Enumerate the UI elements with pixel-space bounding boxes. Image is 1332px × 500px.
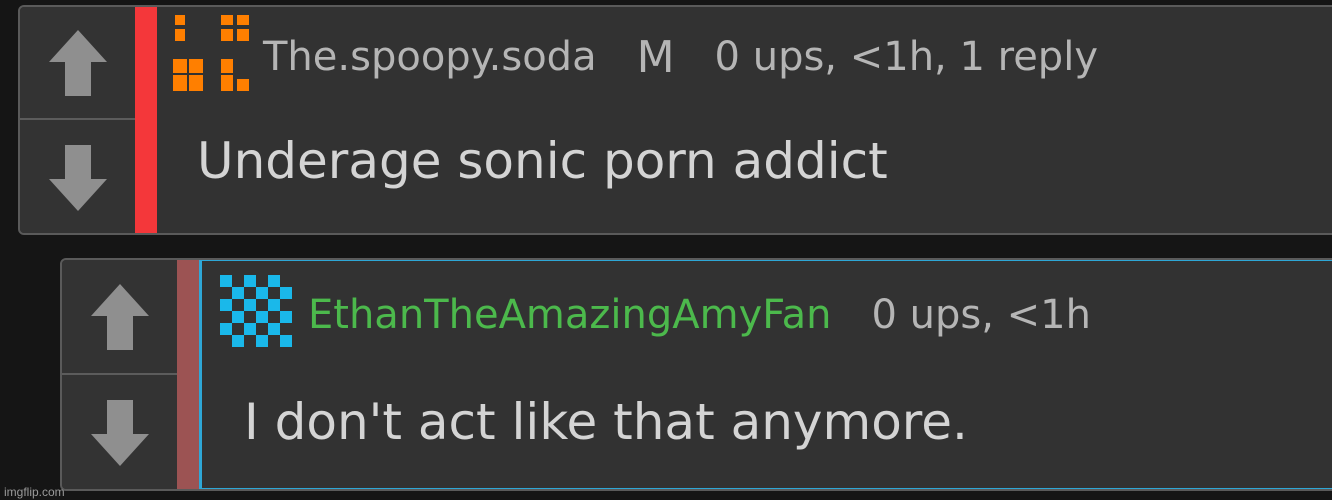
upvote-button[interactable] (62, 260, 177, 375)
user-avatar[interactable] (214, 271, 302, 359)
avatar-icon (220, 275, 292, 347)
vote-column (62, 260, 177, 489)
comment-meta: 0 ups, <1h (871, 292, 1091, 338)
watermark: imgflip.com (4, 485, 65, 499)
downvote-button[interactable] (20, 120, 135, 233)
avatar-icon (173, 15, 249, 91)
down-arrow-icon (48, 144, 107, 211)
vote-column (20, 7, 135, 233)
down-arrow-icon (90, 400, 149, 466)
comment-header: EthanTheAmazingAmyFan 0 ups, <1h (202, 275, 1332, 355)
comment-accent-bar (177, 260, 199, 489)
reply-comment: EthanTheAmazingAmyFan 0 ups, <1h I don't… (60, 258, 1332, 491)
up-arrow-icon (48, 29, 107, 96)
username[interactable]: The.spoopy.soda (263, 34, 597, 80)
comment-header: The.spoopy.soda M 0 ups, <1h, 1 reply (157, 15, 1332, 97)
comment-text: I don't act like that anymore. (244, 393, 968, 451)
upvote-button[interactable] (20, 7, 135, 120)
comment-content: EthanTheAmazingAmyFan 0 ups, <1h I don't… (199, 260, 1332, 489)
user-badge: M (636, 31, 675, 83)
user-avatar[interactable] (169, 13, 257, 101)
comment-accent-bar (135, 7, 157, 233)
comment-meta: 0 ups, <1h, 1 reply (714, 34, 1098, 80)
username[interactable]: EthanTheAmazingAmyFan (308, 292, 831, 338)
comment: The.spoopy.soda M 0 ups, <1h, 1 reply Un… (18, 5, 1332, 235)
downvote-button[interactable] (62, 375, 177, 489)
up-arrow-icon (90, 283, 149, 350)
comment-text: Underage sonic porn addict (197, 132, 888, 190)
comment-content: The.spoopy.soda M 0 ups, <1h, 1 reply Un… (157, 7, 1332, 233)
